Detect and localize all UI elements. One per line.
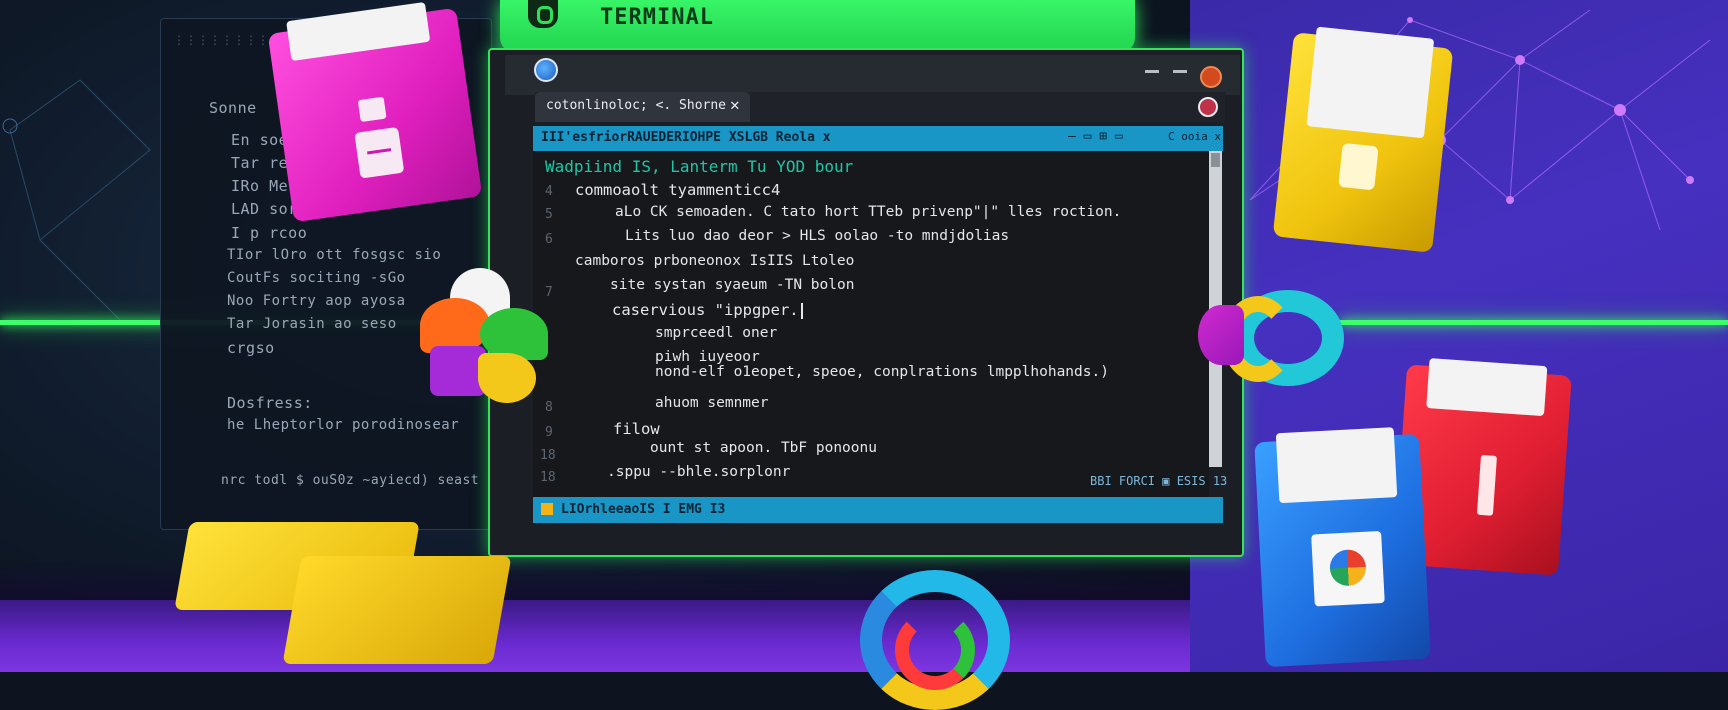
glow-line-right xyxy=(1340,320,1728,325)
tab-label: cotonlinoloc; <. Shorne xyxy=(546,98,727,113)
blue-folder-icon xyxy=(1254,427,1431,668)
status-label: LIOrhleeaoIS I EMG I3 xyxy=(561,502,726,517)
lock-icon xyxy=(528,0,558,28)
code-line: I p rcoo xyxy=(231,224,308,242)
line-number: 18 xyxy=(540,470,556,485)
code-line: caservious "ippgper. xyxy=(612,301,803,319)
code-line: Tar Jorasin ao seso xyxy=(227,316,397,332)
code-line: Sonne xyxy=(209,99,257,117)
magenta-folder-icon xyxy=(267,1,483,223)
code-line: IRo Me xyxy=(231,177,289,195)
code-line: ount st apoon. TbF ponoonu xyxy=(650,440,877,456)
window-titlebar xyxy=(505,55,1240,95)
line-number: 5 xyxy=(545,207,553,222)
menu-bar-label[interactable]: III'esfriorRAUEDERIOHPE XSLGB Reola x xyxy=(541,130,831,145)
terminal-top-tab: TERMINAL xyxy=(500,0,1135,52)
code-line: crgso xyxy=(227,339,275,357)
pinwheel-petal xyxy=(420,298,490,353)
code-line: TIor lOro ott fosgsc sio xyxy=(227,247,442,263)
text-cursor xyxy=(800,302,803,319)
code-line: commoaolt tyammenticc4 xyxy=(575,181,781,199)
scrollbar-thumb[interactable] xyxy=(1211,153,1220,167)
line-number: 4 xyxy=(545,184,553,199)
code-line: .sppu --bhle.sorplonr xyxy=(607,464,791,480)
code-line: ahuom semnmer xyxy=(655,395,769,411)
code-line: Dosfress: xyxy=(227,394,313,412)
yellow-block-decoration xyxy=(282,556,512,664)
code-line: nond-elf o1eopet, speoe, conplrations lm… xyxy=(655,364,1109,380)
close-window-button[interactable] xyxy=(1200,66,1222,88)
code-line: Noo Fortry aop ayosa xyxy=(227,293,406,309)
terminal-title: TERMINAL xyxy=(600,5,714,30)
photos-logo-icon xyxy=(1311,530,1385,607)
code-line: camboros prboneonox IsIIS Ltoleo xyxy=(575,253,855,269)
code-line: nrc todl $ ouS0z ~ayiecd) seast xyxy=(221,473,480,488)
network-graph-decoration xyxy=(1249,9,1711,231)
maximize-button[interactable] xyxy=(1173,70,1187,73)
yellow-folder-icon xyxy=(1272,26,1454,253)
folder-glyph xyxy=(354,126,405,179)
status-icon xyxy=(541,503,553,515)
line-number: 18 xyxy=(540,448,556,463)
pinwheel-petal xyxy=(478,353,536,403)
folder-paper xyxy=(1275,427,1398,504)
folder-glyph xyxy=(1476,454,1498,516)
folder-glyph xyxy=(1338,142,1379,191)
pinwheel-logo-icon xyxy=(420,268,560,408)
magenta-petal-decoration xyxy=(1198,305,1244,365)
bottom-ring-inner-decoration xyxy=(895,610,975,690)
status-bar: LIOrhleeaoIS I EMG I3 xyxy=(533,497,1223,523)
menu-bar: III'esfriorRAUEDERIOHPE XSLGB Reola x ‒ … xyxy=(533,126,1223,151)
network-lines-left xyxy=(2,79,151,321)
tab-close-icon[interactable]: ✕ xyxy=(730,95,740,114)
menu-bar-icons[interactable]: ‒ ▭ ⊞ ▭ xyxy=(1068,129,1123,144)
code-line: site systan syaeum -TN bolon xyxy=(610,277,855,293)
code-line: CoutFs sociting -sGo xyxy=(227,270,406,286)
editor-status: BBI FORCI ▣ ESIS 13 xyxy=(1090,474,1228,488)
code-line: filow xyxy=(613,420,660,438)
code-line: smprceedl oner xyxy=(655,325,778,341)
code-line: Lits luo dao deor > HLS oolao -to mndjdo… xyxy=(625,228,1010,244)
line-number: 9 xyxy=(545,425,553,440)
code-header-line: Wadpiind IS, Lanterm Tu YOD bour xyxy=(545,157,854,176)
folder-glyph xyxy=(357,96,387,123)
code-line: he Lheptorlor porodinosear xyxy=(227,417,460,433)
code-line: piwh iuyeoor xyxy=(655,349,760,365)
minimize-button[interactable] xyxy=(1145,70,1159,73)
code-line: aLo CK semoaden. C tato hort TTeb priven… xyxy=(615,204,1122,220)
menu-bar-right[interactable]: C ooia x xyxy=(1168,130,1221,143)
purple-floor xyxy=(0,600,1190,672)
code-text: caservious "ippgper. xyxy=(612,301,799,319)
app-icon xyxy=(534,58,558,82)
tab-action-button[interactable] xyxy=(1198,97,1218,117)
folder-paper xyxy=(1426,358,1548,417)
line-number: 6 xyxy=(545,232,553,247)
folder-paper xyxy=(1306,26,1435,139)
